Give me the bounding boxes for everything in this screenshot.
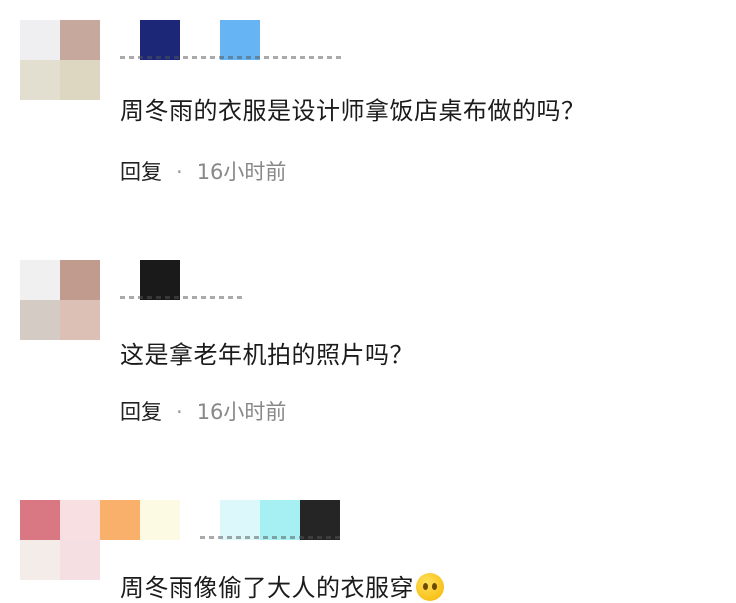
crying-face-icon: [416, 573, 444, 601]
comment-3: 周冬雨像偷了大人的衣服穿: [0, 0, 736, 602]
username-blocks: [60, 500, 340, 540]
comment-text: 周冬雨像偷了大人的衣服穿: [120, 568, 444, 603]
comment-text-content: 周冬雨像偷了大人的衣服穿: [120, 574, 414, 602]
